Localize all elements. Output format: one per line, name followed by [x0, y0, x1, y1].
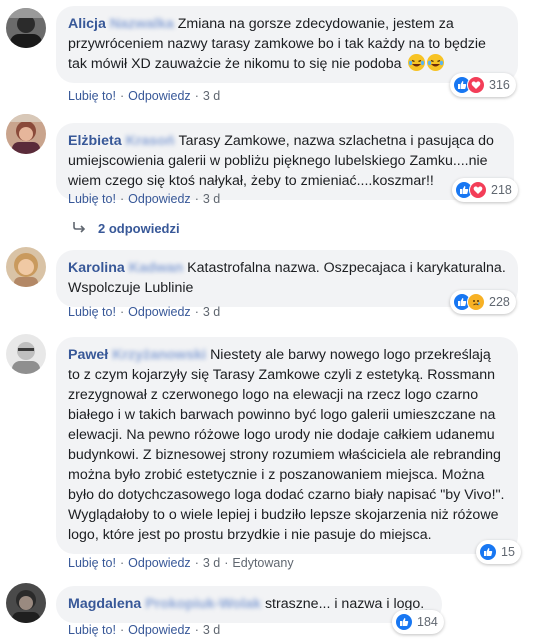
like-button[interactable]: Lubię to! [68, 556, 116, 570]
comment-timestamp[interactable]: 3 d [203, 556, 220, 570]
comment-bubble: Elżbieta Krasoń Tarasy Zamkowe, nazwa szla… [56, 123, 514, 200]
like-button[interactable]: Lubię to! [68, 305, 116, 319]
avatar[interactable] [6, 334, 46, 374]
reply-button[interactable]: Odpowiedz [128, 192, 191, 206]
reaction-summary[interactable]: 184 [392, 610, 444, 634]
reaction-count: 184 [417, 615, 438, 629]
laughing-with-tears-icon [426, 54, 444, 71]
reaction-summary[interactable]: 316 [450, 73, 516, 97]
comment-text: Niestety ale barwy nowego logo przekreśl… [68, 347, 505, 543]
comment-author[interactable]: Elżbieta [68, 133, 122, 149]
replies-count-label[interactable]: 2 odpowiedzi [98, 221, 180, 236]
laughing-with-tears-icon [407, 54, 425, 71]
comment-actions: Lubię to! · Odpowiedz · 3 d [68, 305, 221, 319]
avatar[interactable] [6, 247, 46, 287]
blurred-surname: Prokopiuk-Wolak [145, 596, 261, 612]
blurred-surname: Krasoń [125, 133, 175, 149]
blurred-surname: Nazwalka [109, 16, 174, 32]
comment-actions: Lubię to! · Odpowiedz · 3 d [68, 89, 221, 103]
comment-bubble: Alicja Nazwalka Zmiana na gorsze zdecydowa… [56, 6, 518, 83]
reaction-summary[interactable]: 228 [450, 290, 516, 314]
avatar[interactable] [6, 583, 46, 623]
edited-label[interactable]: Edytowany [232, 556, 293, 570]
reply-button[interactable]: Odpowiedz [128, 305, 191, 319]
like-icon [479, 543, 497, 561]
reply-button[interactable]: Odpowiedz [128, 556, 191, 570]
comment-timestamp[interactable]: 3 d [203, 623, 220, 637]
reaction-summary[interactable]: 218 [452, 178, 518, 202]
like-button[interactable]: Lubię to! [68, 89, 116, 103]
reaction-summary[interactable]: 15 [476, 540, 521, 564]
like-button[interactable]: Lubię to! [68, 623, 116, 637]
reaction-count: 218 [491, 183, 512, 197]
avatar[interactable] [6, 114, 46, 154]
comment-timestamp[interactable]: 3 d [203, 89, 220, 103]
view-replies-link[interactable]: 2 odpowiedzi [72, 220, 180, 236]
reply-arrow-icon [72, 220, 86, 236]
avatar[interactable] [6, 8, 46, 48]
comment-bubble: Karolina Kadwan Katastrofalna nazwa. Oszpe… [56, 250, 518, 307]
reaction-count: 316 [489, 78, 510, 92]
comment-bubble: Paweł Krzyżanowski Niestety ale barwy nowe… [56, 337, 518, 554]
love-icon [469, 181, 487, 199]
comment-bubble: Magdalena Prokopiuk-Wolak straszne... i na… [56, 586, 442, 623]
comment-author[interactable]: Paweł [68, 347, 108, 363]
comment-actions: Lubię to! · Odpowiedz · 3 d [68, 192, 221, 206]
comment-actions: Lubię to! · Odpowiedz · 3 d [68, 623, 221, 637]
reaction-count: 228 [489, 295, 510, 309]
comment-author[interactable]: Magdalena [68, 596, 141, 612]
comment-timestamp[interactable]: 3 d [203, 192, 220, 206]
reaction-count: 15 [501, 545, 515, 559]
sad-icon [467, 293, 485, 311]
reply-button[interactable]: Odpowiedz [128, 623, 191, 637]
like-icon [395, 613, 413, 631]
comment-timestamp[interactable]: 3 d [203, 305, 220, 319]
reply-button[interactable]: Odpowiedz [128, 89, 191, 103]
comment-author[interactable]: Karolina [68, 260, 125, 276]
blurred-surname: Kadwan [128, 260, 184, 276]
comment-author[interactable]: Alicja [68, 16, 106, 32]
like-button[interactable]: Lubię to! [68, 192, 116, 206]
love-icon [467, 76, 485, 94]
comment-actions: Lubię to! · Odpowiedz · 3 d · Edytowany [68, 556, 294, 570]
blurred-surname: Krzyżanowski [112, 347, 207, 363]
